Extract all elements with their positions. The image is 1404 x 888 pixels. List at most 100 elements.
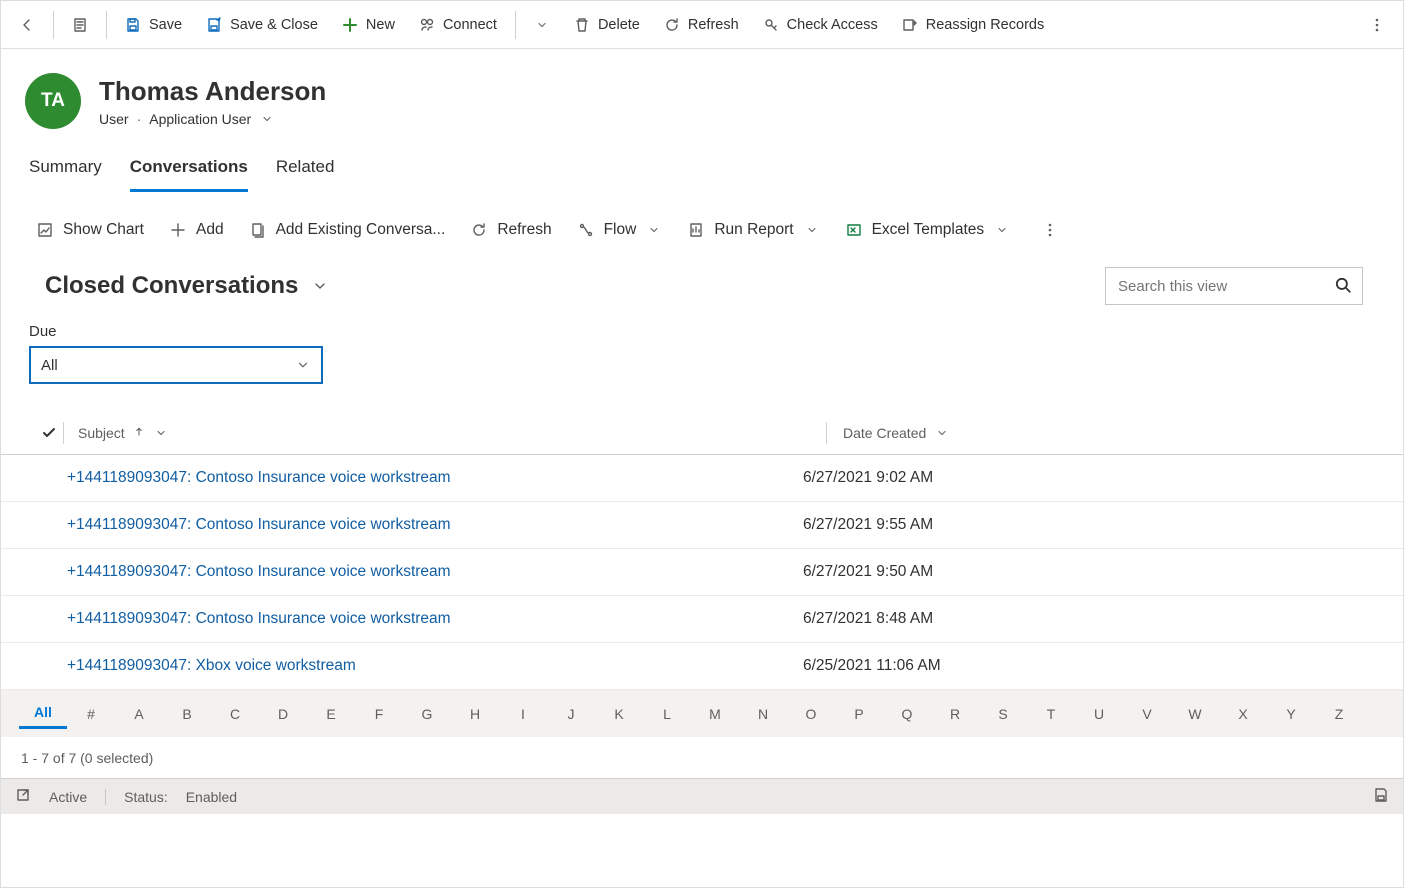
tab-related[interactable]: Related (276, 151, 335, 192)
alpha-filter-all[interactable]: All (19, 698, 67, 729)
alpha-filter-g[interactable]: G (403, 700, 451, 728)
view-selector[interactable]: Closed Conversations (45, 272, 328, 300)
table-row[interactable]: +1441189093047: Contoso Insurance voice … (1, 502, 1403, 549)
table-row[interactable]: +1441189093047: Contoso Insurance voice … (1, 596, 1403, 643)
search-icon[interactable] (1334, 276, 1352, 297)
save-footer-icon[interactable] (1373, 787, 1389, 806)
alpha-filter-j[interactable]: J (547, 700, 595, 728)
alpha-filter-z[interactable]: Z (1315, 700, 1363, 728)
alpha-filter-r[interactable]: R (931, 700, 979, 728)
row-subject-link[interactable]: +1441189093047: Xbox voice workstream (35, 657, 787, 675)
chevron-down-icon (534, 17, 550, 33)
due-select[interactable]: All (29, 346, 323, 384)
excel-icon (846, 222, 862, 238)
add-button[interactable]: Add (162, 215, 232, 245)
reassign-icon (902, 17, 918, 33)
tab-summary[interactable]: Summary (29, 151, 102, 192)
check-access-label: Check Access (787, 17, 878, 33)
flow-button[interactable]: Flow (570, 215, 671, 245)
alpha-filter-t[interactable]: T (1027, 700, 1075, 728)
alpha-filter-a[interactable]: A (115, 700, 163, 728)
search-box[interactable] (1105, 267, 1363, 305)
row-subject-link[interactable]: +1441189093047: Contoso Insurance voice … (35, 563, 787, 581)
chevron-down-icon[interactable] (934, 425, 950, 441)
chevron-down-icon (295, 357, 311, 373)
alpha-filter-v[interactable]: V (1123, 700, 1171, 728)
connect-button[interactable]: Connect (409, 11, 507, 39)
delete-button[interactable]: Delete (564, 11, 650, 39)
refresh-icon (664, 17, 680, 33)
new-label: New (366, 17, 395, 33)
alpha-filter-d[interactable]: D (259, 700, 307, 728)
alpha-filter-b[interactable]: B (163, 700, 211, 728)
delete-label: Delete (598, 17, 640, 33)
select-all-checkbox[interactable] (35, 425, 63, 441)
table-row[interactable]: +1441189093047: Xbox voice workstream6/2… (1, 643, 1403, 690)
search-input[interactable] (1116, 277, 1334, 296)
subgrid-command-bar: Show Chart Add Add Existing Conversa... … (1, 193, 1403, 245)
key-icon (763, 17, 779, 33)
excel-templates-label: Excel Templates (872, 221, 985, 239)
avatar: TA (25, 73, 81, 129)
alpha-filter-l[interactable]: L (643, 700, 691, 728)
form-selector-button[interactable] (62, 11, 98, 39)
reassign-records-button[interactable]: Reassign Records (892, 11, 1054, 39)
alpha-filter-m[interactable]: M (691, 700, 739, 728)
row-subject-link[interactable]: +1441189093047: Contoso Insurance voice … (35, 610, 787, 628)
alpha-filter-w[interactable]: W (1171, 700, 1219, 728)
back-arrow-icon (19, 17, 35, 33)
tab-conversations[interactable]: Conversations (130, 151, 248, 192)
excel-templates-button[interactable]: Excel Templates (838, 215, 1019, 245)
form-chevron[interactable] (259, 111, 275, 127)
table-row[interactable]: +1441189093047: Contoso Insurance voice … (1, 549, 1403, 596)
row-date: 6/27/2021 9:02 AM (787, 469, 1403, 487)
show-chart-button[interactable]: Show Chart (29, 215, 152, 245)
entity-label: User (99, 111, 129, 127)
connect-split-chevron[interactable] (524, 11, 560, 39)
alpha-filter-bar: All#ABCDEFGHIJKLMNOPQRSTUVWXYZ (1, 690, 1403, 737)
subgrid-overflow-button[interactable] (1034, 216, 1066, 244)
chevron-down-icon (994, 222, 1010, 238)
chevron-down-icon (646, 222, 662, 238)
alpha-filter-x[interactable]: X (1219, 700, 1267, 728)
save-button[interactable]: Save (115, 11, 192, 39)
refresh-button[interactable]: Refresh (654, 11, 749, 39)
overflow-button[interactable] (1359, 11, 1395, 39)
row-subject-link[interactable]: +1441189093047: Contoso Insurance voice … (35, 516, 787, 534)
status-value: Enabled (186, 789, 237, 805)
save-close-icon (206, 17, 222, 33)
popout-icon[interactable] (15, 787, 31, 806)
form-tabs: Summary Conversations Related (1, 137, 1403, 193)
alpha-filter-o[interactable]: O (787, 700, 835, 728)
column-divider (63, 422, 64, 444)
alpha-filter-u[interactable]: U (1075, 700, 1123, 728)
alpha-filter-h[interactable]: H (451, 700, 499, 728)
connect-label: Connect (443, 17, 497, 33)
new-button[interactable]: New (332, 11, 405, 39)
alpha-filter-#[interactable]: # (67, 700, 115, 728)
row-subject-link[interactable]: +1441189093047: Contoso Insurance voice … (35, 469, 787, 487)
add-existing-button[interactable]: Add Existing Conversa... (242, 215, 454, 245)
alpha-filter-s[interactable]: S (979, 700, 1027, 728)
alpha-filter-c[interactable]: C (211, 700, 259, 728)
alpha-filter-q[interactable]: Q (883, 700, 931, 728)
alpha-filter-f[interactable]: F (355, 700, 403, 728)
alpha-filter-p[interactable]: P (835, 700, 883, 728)
chevron-down-icon[interactable] (153, 425, 169, 441)
check-access-button[interactable]: Check Access (753, 11, 888, 39)
column-date-created[interactable]: Date Created (837, 425, 1403, 441)
back-button[interactable] (9, 11, 45, 39)
alpha-filter-y[interactable]: Y (1267, 700, 1315, 728)
alpha-filter-i[interactable]: I (499, 700, 547, 728)
separator (53, 11, 54, 39)
alpha-filter-n[interactable]: N (739, 700, 787, 728)
save-close-button[interactable]: Save & Close (196, 11, 328, 39)
alpha-filter-e[interactable]: E (307, 700, 355, 728)
subgrid-refresh-button[interactable]: Refresh (463, 215, 559, 245)
column-subject[interactable]: Subject (74, 425, 826, 441)
table-row[interactable]: +1441189093047: Contoso Insurance voice … (1, 455, 1403, 502)
separator (105, 789, 106, 805)
run-report-button[interactable]: Run Report (680, 215, 827, 245)
more-vertical-icon (1042, 222, 1058, 238)
alpha-filter-k[interactable]: K (595, 700, 643, 728)
